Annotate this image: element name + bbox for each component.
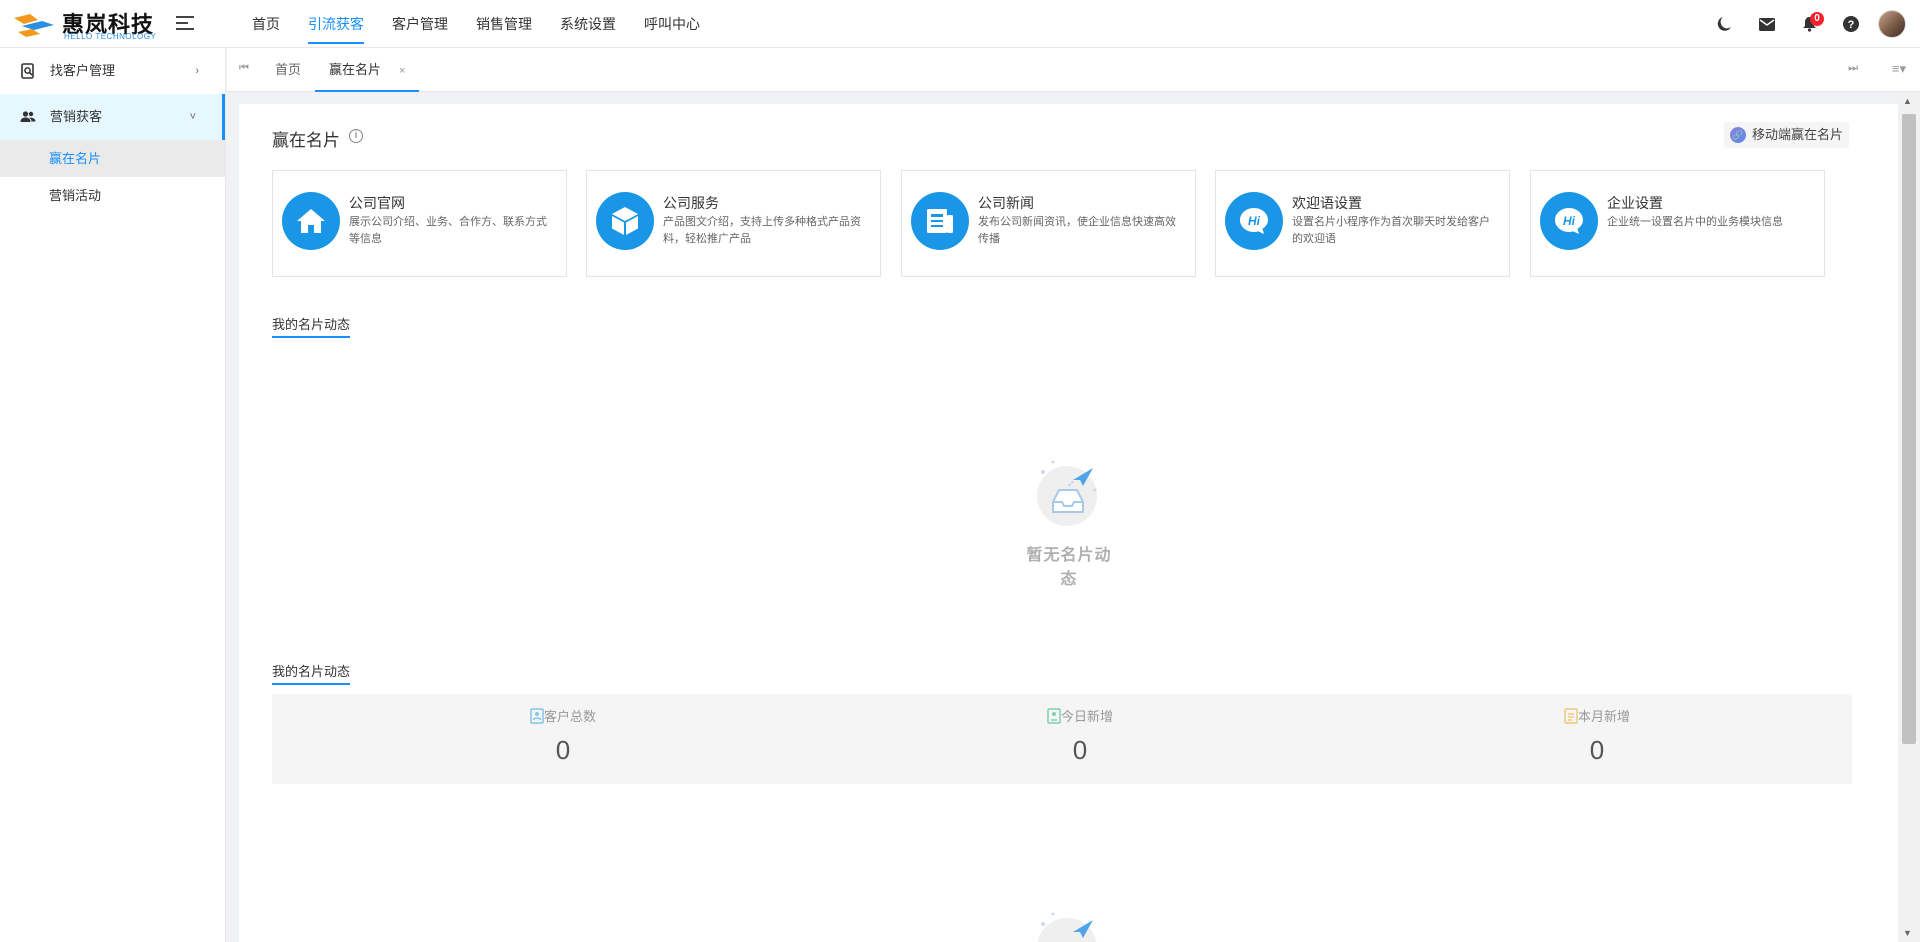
box-icon <box>596 192 654 250</box>
card-title: 公司服务 <box>663 195 719 211</box>
news-icon <box>911 192 969 250</box>
menu-toggle-icon[interactable] <box>176 16 194 30</box>
card-title: 欢迎语设置 <box>1292 195 1362 211</box>
card-title: 公司新闻 <box>978 195 1034 211</box>
nav-sales-management[interactable]: 销售管理 <box>476 0 532 48</box>
card-desc: 企业统一设置名片中的业务模块信息 <box>1607 216 1783 228</box>
stat-label: 本月新增 <box>1577 709 1630 724</box>
stats-panel: 客户总数 0 今日新增 0 本月新增 0 <box>272 694 1852 784</box>
card-desc: 展示公司介绍、业务、合作方、联系方式等信息 <box>349 216 547 245</box>
card-welcome-settings[interactable]: Hi 欢迎语设置 设置名片小程序作为首次聊天时发给客户的欢迎语 <box>1215 170 1510 277</box>
card-desc: 发布公司新闻资讯，使企业信息快速高效传播 <box>978 216 1176 245</box>
empty-inbox-icon <box>1037 912 1097 942</box>
nav-system-settings[interactable]: 系统设置 <box>560 0 616 48</box>
stat-today-new: 今日新增 0 <box>930 706 1230 766</box>
home-icon <box>282 192 340 250</box>
stat-month-new: 本月新增 0 <box>1447 706 1747 766</box>
stat-value: 0 <box>1072 734 1088 765</box>
hi-chat-icon: Hi <box>1540 192 1598 250</box>
brand-subtitle: HELLO TECHNOLOGY <box>64 32 157 41</box>
hi-chat-icon: Hi <box>1225 192 1283 250</box>
nav-call-center[interactable]: 呼叫中心 <box>644 0 700 48</box>
tab-menu-icon[interactable]: ≡▾ <box>1892 61 1906 77</box>
sidebar-subitem-marketing-activity[interactable]: 营销活动 <box>0 177 225 214</box>
today-new-icon <box>1047 707 1061 724</box>
nav-lead-generation[interactable]: 引流获客 <box>308 0 364 48</box>
bell-icon[interactable]: 0 <box>1788 0 1830 48</box>
mail-icon[interactable] <box>1746 0 1788 48</box>
tab-home[interactable]: 首页 <box>275 48 301 92</box>
sidebar: 找客户管理 › 营销获客 ˅ 赢在名片 营销活动 <box>0 48 226 942</box>
section-title-card-stats: 我的名片动态 <box>272 661 351 685</box>
tab-business-card[interactable]: 赢在名片 × <box>315 48 420 92</box>
sidebar-subitem-business-card[interactable]: 赢在名片 <box>0 140 225 177</box>
tab-scroll-left-icon[interactable]: ⏮ <box>239 62 249 75</box>
stat-label: 今日新增 <box>1060 709 1113 724</box>
header-actions: 0 ? <box>1704 0 1906 48</box>
scrollbar-thumb[interactable] <box>1902 114 1916 744</box>
tabs-bar: ⏮ 首页 赢在名片 × ⏭ ≡▾ <box>227 48 1920 92</box>
sidebar-item-label: 营销获客 <box>50 109 103 124</box>
close-icon[interactable]: × <box>399 65 405 77</box>
main-content: 赢在名片 i 🔗 移动端赢在名片 公司官网 展示公司介绍、业务、合作方、联系方式… <box>239 104 1901 942</box>
empty-state-2 <box>1019 904 1119 942</box>
empty-inbox-icon <box>1037 460 1097 526</box>
moon-icon[interactable] <box>1704 0 1746 48</box>
empty-state: 暂无名片动态 <box>1019 452 1119 589</box>
card-title: 公司官网 <box>349 195 405 211</box>
scroll-down-icon[interactable]: ▼ <box>1903 928 1912 938</box>
stat-total-customers: 客户总数 0 <box>413 706 713 766</box>
logo-mark-icon <box>14 14 54 37</box>
help-icon[interactable]: ? <box>1830 0 1872 48</box>
card-enterprise-settings[interactable]: Hi 企业设置 企业统一设置名片中的业务模块信息 <box>1530 170 1825 277</box>
brand-logo[interactable]: 惠岚科技 HELLO TECHNOLOGY <box>12 6 162 42</box>
card-desc: 设置名片小程序作为首次聊天时发给客户的欢迎语 <box>1292 216 1490 245</box>
user-avatar[interactable] <box>1878 10 1906 38</box>
users-icon <box>20 111 36 122</box>
scroll-up-icon[interactable]: ▲ <box>1903 96 1912 106</box>
top-nav: 首页 引流获客 客户管理 销售管理 系统设置 呼叫中心 <box>252 0 728 48</box>
search-file-icon <box>21 63 34 79</box>
empty-text: 暂无名片动态 <box>1026 547 1112 588</box>
customer-card-icon <box>530 707 544 724</box>
svg-text:Hi: Hi <box>1563 214 1576 228</box>
feature-cards: 公司官网 展示公司介绍、业务、合作方、联系方式等信息 公司服务 产品图文介绍，支… <box>272 170 1826 278</box>
page-title: 赢在名片 <box>272 131 340 150</box>
svg-text:?: ? <box>1848 19 1855 31</box>
nav-customer-management[interactable]: 客户管理 <box>392 0 448 48</box>
mobile-business-card-button[interactable]: 🔗 移动端赢在名片 <box>1723 122 1849 148</box>
info-icon[interactable]: i <box>349 129 363 143</box>
tab-label: 赢在名片 <box>329 62 382 77</box>
card-desc: 产品图文介绍，支持上传多种格式产品资料，轻松推广产品 <box>663 216 861 245</box>
svg-text:Hi: Hi <box>1248 214 1261 228</box>
sidebar-item-marketing[interactable]: 营销获客 ˅ <box>0 94 225 140</box>
chevron-down-icon: ˅ <box>189 111 196 123</box>
vertical-scrollbar[interactable]: ▲ ▼ <box>1898 92 1920 942</box>
stat-value: 0 <box>555 734 571 765</box>
section-title-card-activity: 我的名片动态 <box>272 314 351 338</box>
top-header: 惠岚科技 HELLO TECHNOLOGY 首页 引流获客 客户管理 销售管理 … <box>0 0 1920 48</box>
notification-badge: 0 <box>1810 12 1824 26</box>
card-company-news[interactable]: 公司新闻 发布公司新闻资讯，使企业信息快速高效传播 <box>901 170 1196 277</box>
sidebar-item-find-customers[interactable]: 找客户管理 › <box>0 48 225 94</box>
stat-value: 0 <box>1589 734 1605 765</box>
link-icon: 🔗 <box>1729 127 1746 143</box>
mobile-button-label: 移动端赢在名片 <box>1751 127 1843 142</box>
tab-scroll-right-icon[interactable]: ⏭ <box>1848 62 1858 75</box>
card-title: 企业设置 <box>1607 195 1663 211</box>
sidebar-item-label: 找客户管理 <box>50 63 116 78</box>
nav-home[interactable]: 首页 <box>252 0 280 48</box>
month-new-icon <box>1564 707 1578 724</box>
stat-label: 客户总数 <box>543 709 596 724</box>
card-company-website[interactable]: 公司官网 展示公司介绍、业务、合作方、联系方式等信息 <box>272 170 567 277</box>
card-company-service[interactable]: 公司服务 产品图文介绍，支持上传多种格式产品资料，轻松推广产品 <box>586 170 881 277</box>
chevron-right-icon: › <box>195 65 199 77</box>
